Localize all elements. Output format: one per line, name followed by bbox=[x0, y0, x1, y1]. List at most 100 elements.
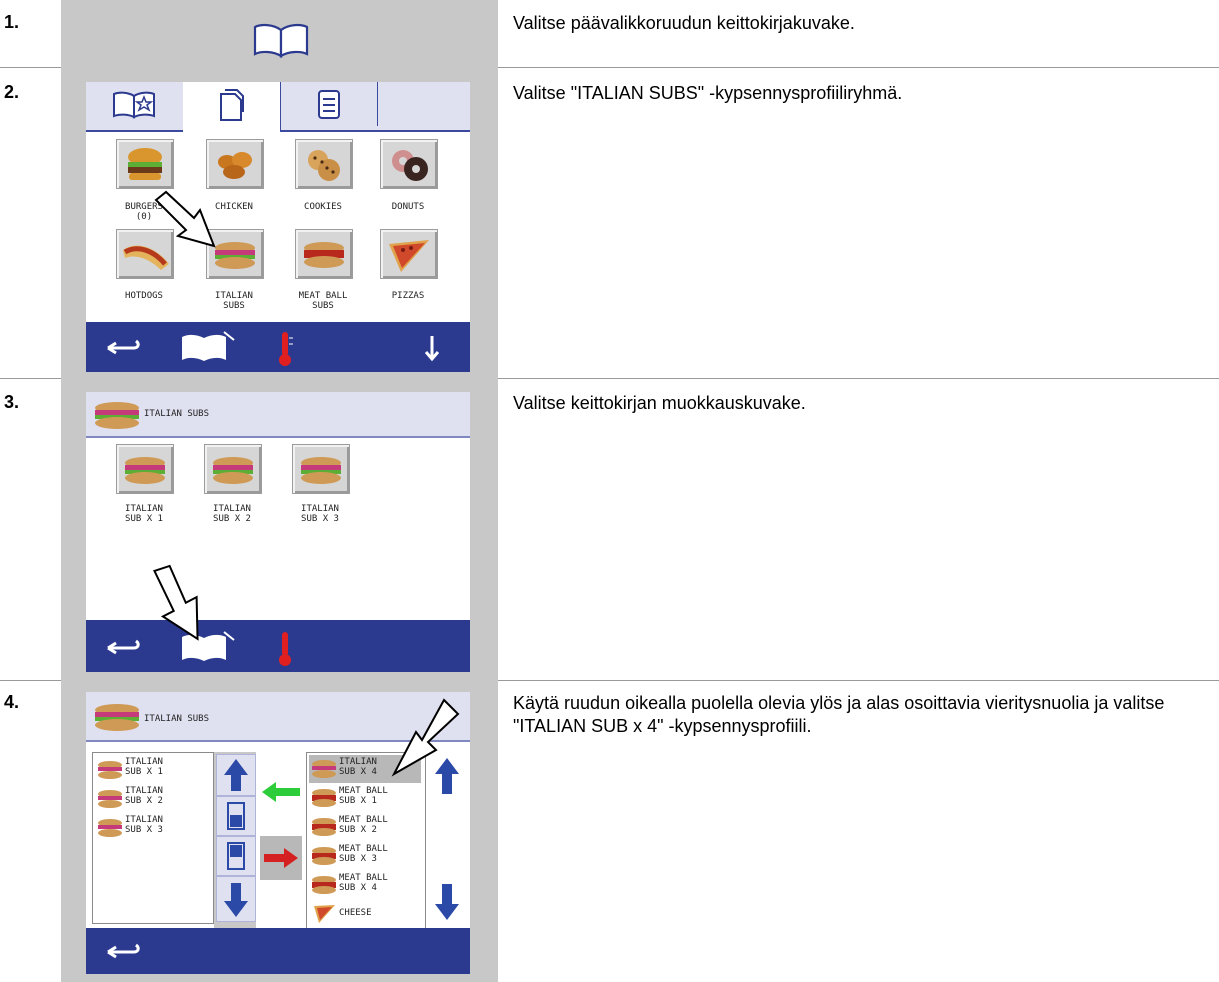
recipe-item[interactable] bbox=[204, 444, 262, 494]
recipe-item[interactable] bbox=[292, 444, 350, 494]
list-item-label: ITALIAN SUB X 4 bbox=[339, 757, 377, 777]
step-description: Käytä ruudun oikealla puolella olevia yl… bbox=[513, 693, 1165, 736]
list-item-label: CHEESE bbox=[339, 908, 372, 918]
step-number: 4. bbox=[4, 692, 20, 712]
recipe-pages-icon bbox=[220, 89, 244, 121]
italian-subs-screen: ITALIAN SUBS ITALIAN SUB X 1 ITALIAN SUB… bbox=[86, 392, 470, 672]
recipe-label: ITALIAN SUB X 2 bbox=[213, 504, 251, 524]
recipe-label: ITALIAN SUB X 1 bbox=[125, 504, 163, 524]
pointer-arrow-icon bbox=[154, 190, 216, 248]
pizza-slice-icon bbox=[314, 905, 335, 923]
italian-sub-icon bbox=[213, 457, 253, 484]
list-item-label: ITALIAN SUB X 3 bbox=[125, 815, 163, 835]
move-up-icon bbox=[227, 802, 245, 830]
italian-sub-icon bbox=[98, 819, 122, 837]
step-number: 3. bbox=[4, 392, 20, 412]
navbar-icons bbox=[107, 331, 440, 366]
list-item[interactable]: MEAT BALL SUB X 1 bbox=[309, 784, 413, 812]
meatball-sub-icon bbox=[312, 789, 336, 807]
list-item-label: MEAT BALL SUB X 2 bbox=[339, 815, 388, 835]
italian-sub-icon bbox=[312, 760, 336, 778]
move-up-button[interactable] bbox=[216, 796, 256, 836]
cookbook-menu-screen: BURGERS (0) CHICKEN COOKIES DONUTS HOTDO… bbox=[86, 82, 470, 372]
remove-from-list-button[interactable] bbox=[260, 836, 302, 880]
arrow-down-icon bbox=[224, 883, 248, 917]
add-to-list-button[interactable] bbox=[258, 772, 304, 812]
list-item[interactable]: ITALIAN SUB X 3 bbox=[95, 813, 199, 844]
tile-chicken[interactable] bbox=[206, 139, 264, 189]
red-arrow-right-icon bbox=[264, 848, 298, 868]
tile-label: DONUTS bbox=[391, 202, 425, 212]
burger-icon bbox=[128, 148, 162, 180]
navbar-icons bbox=[107, 943, 140, 959]
recipe-label: ITALIAN SUB X 3 bbox=[301, 504, 339, 524]
list-item[interactable]: ITALIAN SUB X 2 bbox=[95, 784, 199, 815]
document-icon bbox=[318, 90, 340, 119]
move-down-icon bbox=[227, 842, 245, 870]
meatball-sub-icon bbox=[312, 818, 336, 836]
green-arrow-left-icon bbox=[262, 782, 300, 802]
tile-label: ITALIAN SUBS bbox=[215, 291, 253, 311]
list-item-label: MEAT BALL SUB X 1 bbox=[339, 786, 388, 806]
tile-cookies[interactable] bbox=[295, 139, 353, 189]
list-item[interactable]: MEAT BALL SUB X 3 bbox=[309, 842, 413, 870]
tile-label: PIZZAS bbox=[391, 291, 425, 301]
tab-document[interactable] bbox=[280, 82, 378, 126]
tile-meatball-subs[interactable] bbox=[295, 229, 353, 279]
list-item-label: MEAT BALL SUB X 4 bbox=[339, 873, 388, 893]
list-item[interactable]: ITALIAN SUB X 1 bbox=[95, 755, 199, 786]
meatball-sub-icon bbox=[312, 876, 336, 894]
list-item[interactable]: MEAT BALL SUB X 2 bbox=[309, 813, 413, 841]
list-item-label: ITALIAN SUB X 1 bbox=[125, 757, 163, 777]
chicken-icon bbox=[218, 152, 252, 179]
header-title: ITALIAN SUBS bbox=[144, 409, 210, 419]
tab-recipes[interactable] bbox=[183, 82, 281, 132]
list-item-label: ITALIAN SUB X 2 bbox=[125, 786, 163, 806]
italian-sub-icon bbox=[95, 402, 139, 429]
tile-label: HOTDOGS bbox=[125, 291, 163, 301]
italian-sub-icon bbox=[301, 457, 341, 484]
pointer-arrow-icon bbox=[391, 698, 460, 777]
step-description: Valitse päävalikkoruudun keittokirjakuva… bbox=[513, 13, 855, 33]
step-description: Valitse keittokirjan muokkauskuvake. bbox=[513, 393, 806, 413]
move-down-button[interactable] bbox=[216, 836, 256, 876]
recipe-edit-screen: ITALIAN SUBS ITALIAN SUB X 1 ITALIAN SUB… bbox=[86, 692, 470, 974]
step-number: 1. bbox=[4, 12, 20, 32]
italian-sub-icon bbox=[125, 457, 165, 484]
pointer-arrow-icon bbox=[153, 564, 199, 641]
left-recipe-list[interactable]: ITALIAN SUB X 1 ITALIAN SUB X 2 ITALIAN … bbox=[92, 752, 214, 924]
list-item[interactable]: MEAT BALL SUB X 4 bbox=[309, 871, 413, 899]
tab-bar bbox=[86, 82, 470, 132]
italian-sub-icon bbox=[98, 790, 122, 808]
pizza-slice-icon bbox=[389, 240, 429, 272]
recipe-item[interactable] bbox=[116, 444, 174, 494]
scroll-up-left-button[interactable] bbox=[216, 754, 256, 796]
meatball-sub-icon bbox=[304, 242, 344, 268]
tab-cookbook[interactable] bbox=[86, 82, 184, 126]
cookbook-star-icon bbox=[113, 91, 155, 119]
meatball-sub-icon bbox=[312, 847, 336, 865]
tile-label: COOKIES bbox=[304, 202, 342, 212]
scroll-down-left-button[interactable] bbox=[216, 876, 256, 922]
list-item-label: MEAT BALL SUB X 3 bbox=[339, 844, 388, 864]
italian-sub-icon bbox=[95, 704, 139, 731]
right-recipe-list[interactable]: ITALIAN SUB X 4 MEAT BALL SUB X 1 MEAT B… bbox=[306, 752, 426, 930]
navbar-icons bbox=[107, 631, 291, 666]
step-number: 2. bbox=[4, 82, 20, 102]
cookbook-icon[interactable] bbox=[251, 22, 311, 58]
screen-header: ITALIAN SUBS bbox=[86, 392, 470, 438]
bottom-navbar bbox=[86, 928, 470, 974]
italian-sub-icon bbox=[98, 761, 122, 779]
arrow-down-icon bbox=[435, 884, 459, 920]
scroll-down-right-button[interactable] bbox=[428, 880, 466, 924]
bottom-navbar bbox=[86, 620, 470, 672]
bottom-navbar bbox=[86, 322, 470, 372]
step-description: Valitse "ITALIAN SUBS" -kypsennysprofiil… bbox=[513, 83, 903, 103]
donuts-icon bbox=[392, 150, 428, 181]
list-item[interactable]: CHEESE bbox=[309, 900, 413, 926]
header-title: ITALIAN SUBS bbox=[144, 714, 210, 724]
cookies-icon bbox=[308, 150, 340, 181]
tile-pizzas[interactable] bbox=[380, 229, 438, 279]
tile-burgers[interactable] bbox=[116, 139, 174, 189]
tile-donuts[interactable] bbox=[380, 139, 438, 189]
